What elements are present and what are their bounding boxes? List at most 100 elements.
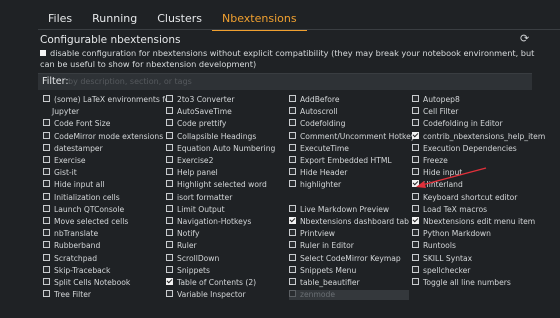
- extension-item[interactable]: Snippets Menu: [289, 265, 356, 276]
- extension-item[interactable]: ScrollDown: [166, 253, 219, 264]
- extension-checkbox[interactable]: [43, 180, 50, 188]
- extension-checkbox[interactable]: [289, 156, 296, 163]
- extension-item[interactable]: Hide input: [412, 168, 462, 178]
- extension-item[interactable]: Hinterland: [412, 180, 463, 190]
- extension-item[interactable]: Gist-it: [43, 168, 77, 178]
- extension-item[interactable]: Code Font Size: [43, 119, 110, 129]
- extension-item[interactable]: Variable Inspector: [166, 290, 246, 300]
- extension-checkbox[interactable]: [412, 131, 419, 139]
- extension-checkbox[interactable]: [43, 168, 50, 176]
- tab-running[interactable]: Running: [82, 9, 147, 29]
- extension-checkbox[interactable]: [412, 204, 419, 212]
- extension-item[interactable]: Live Markdown Preview: [289, 204, 389, 215]
- extension-item[interactable]: Codefolding in Editor: [412, 119, 503, 129]
- extension-checkbox[interactable]: [166, 217, 173, 224]
- extension-item[interactable]: Toggle all line numbers: [412, 278, 511, 288]
- extension-item[interactable]: Ruler in Editor: [289, 241, 354, 251]
- extension-item[interactable]: Limit Output: [166, 204, 225, 215]
- extension-checkbox[interactable]: [412, 180, 419, 188]
- extension-item[interactable]: Exercise: [43, 156, 86, 166]
- extension-item[interactable]: Split Cells Notebook: [43, 278, 130, 288]
- extension-checkbox[interactable]: [166, 253, 173, 261]
- extension-item[interactable]: Table of Contents (2): [166, 278, 256, 288]
- extension-item[interactable]: 2to3 Converter: [166, 95, 235, 105]
- extension-item[interactable]: Cell Filter: [412, 107, 458, 117]
- extension-checkbox[interactable]: [166, 143, 173, 151]
- extension-item[interactable]: Freeze: [412, 156, 448, 166]
- extension-checkbox[interactable]: [289, 131, 296, 139]
- extension-checkbox[interactable]: [166, 278, 173, 285]
- extension-item[interactable]: Autoscroll: [289, 107, 338, 117]
- extension-checkbox[interactable]: [289, 229, 296, 237]
- extension-item[interactable]: Python Markdown: [412, 229, 491, 239]
- extension-item[interactable]: nbTranslate: [43, 229, 98, 239]
- extension-checkbox[interactable]: [43, 95, 50, 102]
- extension-item[interactable]: datestamper: [43, 143, 103, 154]
- extension-checkbox[interactable]: [289, 143, 296, 151]
- extension-item[interactable]: Scratchpad: [43, 253, 97, 264]
- extension-item[interactable]: Exercise2: [166, 156, 213, 166]
- extension-checkbox[interactable]: [412, 278, 419, 285]
- extension-checkbox[interactable]: [289, 180, 296, 188]
- extension-item[interactable]: Hide Header: [289, 168, 347, 178]
- extension-checkbox[interactable]: [289, 253, 296, 261]
- extension-item[interactable]: zenmode: [289, 290, 409, 301]
- extension-checkbox[interactable]: [166, 131, 173, 139]
- extension-item[interactable]: isort formatter: [166, 192, 232, 203]
- extension-item[interactable]: Execution Dependencies: [412, 143, 517, 154]
- extension-checkbox[interactable]: [43, 253, 50, 261]
- extension-item[interactable]: Select CodeMirror Keymap: [289, 253, 401, 264]
- extension-checkbox[interactable]: [289, 95, 296, 102]
- extension-item[interactable]: Navigation-Hotkeys: [166, 217, 251, 227]
- extension-item[interactable]: Ruler: [166, 241, 197, 251]
- extension-checkbox[interactable]: [289, 241, 296, 249]
- extension-item[interactable]: AutoSaveTime: [166, 107, 232, 117]
- extension-item[interactable]: Nbextensions edit menu item: [412, 217, 535, 227]
- extension-item[interactable]: Autopep8: [412, 95, 460, 105]
- extension-checkbox[interactable]: [43, 229, 50, 237]
- extension-checkbox[interactable]: [412, 241, 419, 249]
- extension-checkbox[interactable]: [166, 119, 173, 127]
- extension-checkbox[interactable]: [412, 119, 419, 127]
- extension-checkbox[interactable]: [166, 290, 173, 298]
- extension-checkbox[interactable]: [166, 107, 173, 115]
- extension-item[interactable]: Rubberband: [43, 241, 100, 251]
- extension-item[interactable]: Collapsible Headings: [166, 131, 256, 142]
- refresh-icon[interactable]: ⟳: [520, 33, 532, 45]
- extension-checkbox[interactable]: [412, 156, 419, 163]
- extension-item[interactable]: ExecuteTime: [289, 143, 349, 154]
- extension-item[interactable]: Printview: [289, 229, 335, 239]
- extension-item[interactable]: Notify: [166, 229, 199, 239]
- tab-files[interactable]: Files: [38, 9, 82, 29]
- extension-checkbox[interactable]: [289, 217, 296, 224]
- extension-checkbox[interactable]: [166, 241, 173, 249]
- extension-checkbox[interactable]: [166, 192, 173, 200]
- extension-checkbox[interactable]: [412, 107, 419, 115]
- extension-item[interactable]: SKILL Syntax: [412, 253, 472, 264]
- extension-checkbox[interactable]: [43, 290, 50, 298]
- extension-checkbox[interactable]: [166, 180, 173, 188]
- extension-item[interactable]: Help panel: [166, 168, 218, 178]
- extension-item[interactable]: contrib_nbextensions_help_item: [412, 131, 545, 142]
- disable-compat-checkbox[interactable]: [40, 50, 46, 56]
- extension-item[interactable]: Comment/Uncomment Hotkey: [289, 131, 415, 142]
- extension-checkbox[interactable]: [412, 229, 419, 237]
- extension-checkbox[interactable]: [166, 156, 173, 163]
- extension-checkbox[interactable]: [43, 156, 50, 163]
- extension-item[interactable]: Hide input all: [43, 180, 105, 190]
- extension-checkbox[interactable]: [43, 217, 50, 224]
- extension-checkbox[interactable]: [166, 204, 173, 212]
- extension-checkbox[interactable]: [43, 265, 50, 273]
- extension-item[interactable]: highlighter: [289, 180, 341, 190]
- extension-item[interactable]: table_beautifier: [289, 278, 360, 288]
- extension-item[interactable]: Runtools: [412, 241, 456, 251]
- extension-checkbox[interactable]: [289, 119, 296, 127]
- extension-checkbox[interactable]: [412, 143, 419, 151]
- extension-item[interactable]: Tree Filter: [43, 290, 91, 300]
- extension-item[interactable]: Launch QTConsole: [43, 204, 124, 215]
- tab-nbextensions[interactable]: Nbextensions: [212, 9, 307, 31]
- extension-item[interactable]: AddBefore: [289, 95, 340, 105]
- extension-item[interactable]: Export Embedded HTML: [289, 156, 392, 166]
- extension-item[interactable]: Load TeX macros: [412, 204, 487, 215]
- extension-item[interactable]: Keyboard shortcut editor: [412, 192, 517, 203]
